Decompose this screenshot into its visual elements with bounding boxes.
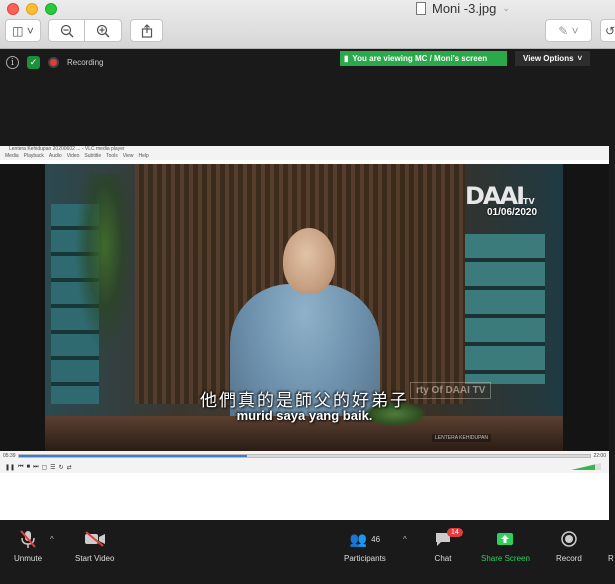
zoom-in-button[interactable] bbox=[84, 19, 122, 42]
document-title-text: Moni -3.jpg bbox=[432, 1, 497, 16]
document-title[interactable]: Moni -3.jpg ⌄ bbox=[416, 1, 510, 16]
channel-logo-tv: TV bbox=[523, 197, 535, 206]
recording-label: Recording bbox=[67, 58, 104, 67]
zoom-meeting-window: i ✓ Recording ▮ You are viewing MC / Mon… bbox=[0, 50, 615, 584]
viewing-screen-banner: ▮ You are viewing MC / Moni's screen bbox=[340, 51, 507, 66]
vlc-controls: ❚❚ ⏮ ■ ⏭ ▢ ☰ ↻ ⇄ bbox=[0, 461, 609, 473]
monitor-icon: ▮ bbox=[344, 54, 349, 63]
file-icon bbox=[416, 2, 426, 15]
participants-options-caret[interactable]: ^ bbox=[403, 535, 407, 544]
share-screen-button[interactable]: Share Screen bbox=[481, 528, 530, 563]
share-icon bbox=[141, 23, 152, 38]
view-options-button[interactable]: View Options ˅ bbox=[515, 51, 591, 66]
maximize-window-button[interactable] bbox=[45, 3, 57, 15]
pause-icon[interactable]: ❚❚ bbox=[5, 464, 15, 471]
vlc-window-title: Lentera Kehidupan 20200602 ... - VLC med… bbox=[9, 146, 125, 152]
previous-icon[interactable]: ⏮ bbox=[18, 464, 23, 471]
record-label: Record bbox=[556, 554, 582, 563]
fullscreen-icon[interactable]: ▢ bbox=[42, 464, 48, 471]
playlist-icon[interactable]: ☰ bbox=[50, 464, 55, 471]
zoom-out-button[interactable] bbox=[48, 19, 85, 42]
unmute-label: Unmute bbox=[14, 554, 43, 563]
participants-button[interactable]: 👥 46 Participants bbox=[344, 528, 386, 564]
speaker-head bbox=[283, 228, 335, 294]
sidebar-icon: ◫ ˅ bbox=[12, 23, 34, 38]
next-icon[interactable]: ⏭ bbox=[33, 464, 38, 471]
viewing-banner-text: You are viewing MC / Moni's screen bbox=[352, 54, 488, 63]
chat-label: Chat bbox=[434, 554, 452, 563]
participants-count: 46 bbox=[371, 534, 381, 544]
vlc-menu-audio[interactable]: Audio bbox=[49, 153, 62, 160]
chevron-down-icon: ˅ bbox=[577, 54, 583, 63]
meeting-status: i ✓ Recording bbox=[6, 56, 103, 69]
vlc-menu-bar: Media Playback Audio Video Subtitle Tool… bbox=[0, 153, 609, 160]
vlc-menu-help[interactable]: Help bbox=[139, 153, 149, 160]
subtitle-indonesian: murid saya yang baik. bbox=[236, 408, 373, 423]
seek-bar[interactable] bbox=[18, 454, 591, 458]
unmute-button[interactable]: Unmute bbox=[14, 528, 42, 563]
markup-icon: ✎ ˅ bbox=[558, 23, 579, 38]
share-screen-label: Share Screen bbox=[481, 554, 530, 563]
plant bbox=[75, 174, 135, 354]
vlc-menu-playback[interactable]: Playback bbox=[24, 153, 44, 160]
vlc-menu-subtitle[interactable]: Subtitle bbox=[84, 153, 101, 160]
channel-logo: DAAITV bbox=[465, 182, 535, 210]
reactions-label: R bbox=[608, 554, 614, 563]
elapsed-time: 05:39 bbox=[3, 453, 16, 459]
shuffle-icon[interactable]: ⇄ bbox=[67, 464, 72, 471]
recording-icon bbox=[48, 57, 59, 68]
participants-label: Participants bbox=[344, 554, 386, 563]
broadcast-date: 01/06/2020 bbox=[487, 207, 538, 218]
markup-button[interactable]: ✎ ˅ bbox=[545, 19, 592, 42]
start-video-button[interactable]: Start Video bbox=[75, 528, 114, 563]
vlc-title-bar: Lentera Kehidupan 20200602 ... - VLC med… bbox=[0, 146, 609, 153]
chevron-down-icon: ⌄ bbox=[502, 3, 510, 13]
audio-options-caret[interactable]: ^ bbox=[50, 535, 54, 544]
video-off-icon bbox=[84, 531, 105, 547]
record-icon bbox=[561, 531, 577, 547]
zoom-in-icon bbox=[96, 24, 110, 38]
close-window-button[interactable] bbox=[7, 3, 19, 15]
record-button[interactable]: Record bbox=[556, 528, 582, 563]
seek-bar-progress bbox=[19, 455, 248, 457]
start-video-label: Start Video bbox=[75, 554, 115, 563]
right-window bbox=[465, 234, 545, 384]
sidebar-toggle-button[interactable]: ◫ ˅ bbox=[5, 19, 41, 42]
reactions-button[interactable]: R bbox=[608, 528, 614, 563]
vlc-timeline[interactable]: 05:39 22:00 bbox=[0, 451, 609, 461]
vlc-menu-view[interactable]: View bbox=[123, 153, 134, 160]
vlc-menu-tools[interactable]: Tools bbox=[106, 153, 118, 160]
preview-titlebar: Moni -3.jpg ⌄ ◫ ˅ ✎ ˅ ↺ bbox=[0, 0, 615, 49]
rotate-icon: ↺ bbox=[604, 23, 615, 38]
loop-icon[interactable]: ↻ bbox=[59, 464, 64, 471]
participants-icon: 👥 bbox=[349, 530, 368, 547]
channel-logo-text: DAAI bbox=[465, 182, 525, 210]
vlc-menu-media[interactable]: Media bbox=[5, 153, 19, 160]
vlc-menu-video[interactable]: Video bbox=[67, 153, 80, 160]
share-button[interactable] bbox=[130, 19, 163, 42]
security-shield-icon[interactable]: ✓ bbox=[27, 56, 40, 69]
minimize-window-button[interactable] bbox=[26, 3, 38, 15]
total-time: 22:00 bbox=[593, 453, 606, 459]
share-screen-icon bbox=[497, 533, 514, 545]
video-frame[interactable]: DAAITV 01/06/2020 rty Of DAAI TV 他們真的是師父… bbox=[0, 164, 609, 451]
stop-icon[interactable]: ■ bbox=[26, 464, 30, 470]
chat-unread-badge: 14 bbox=[447, 528, 463, 537]
shared-screen: Lentera Kehidupan 20200602 ... - VLC med… bbox=[0, 146, 609, 520]
rotate-button[interactable]: ↺ bbox=[600, 19, 615, 42]
zoom-out-icon bbox=[60, 24, 74, 38]
info-icon[interactable]: i bbox=[6, 56, 19, 69]
view-options-label: View Options bbox=[523, 54, 574, 63]
program-tag: LENTERA KEHIDUPAN bbox=[432, 434, 491, 442]
muted-microphone-icon bbox=[20, 530, 36, 548]
zoom-toolbar: Unmute ^ Start Video 👥 46 Participants ^… bbox=[0, 520, 615, 584]
